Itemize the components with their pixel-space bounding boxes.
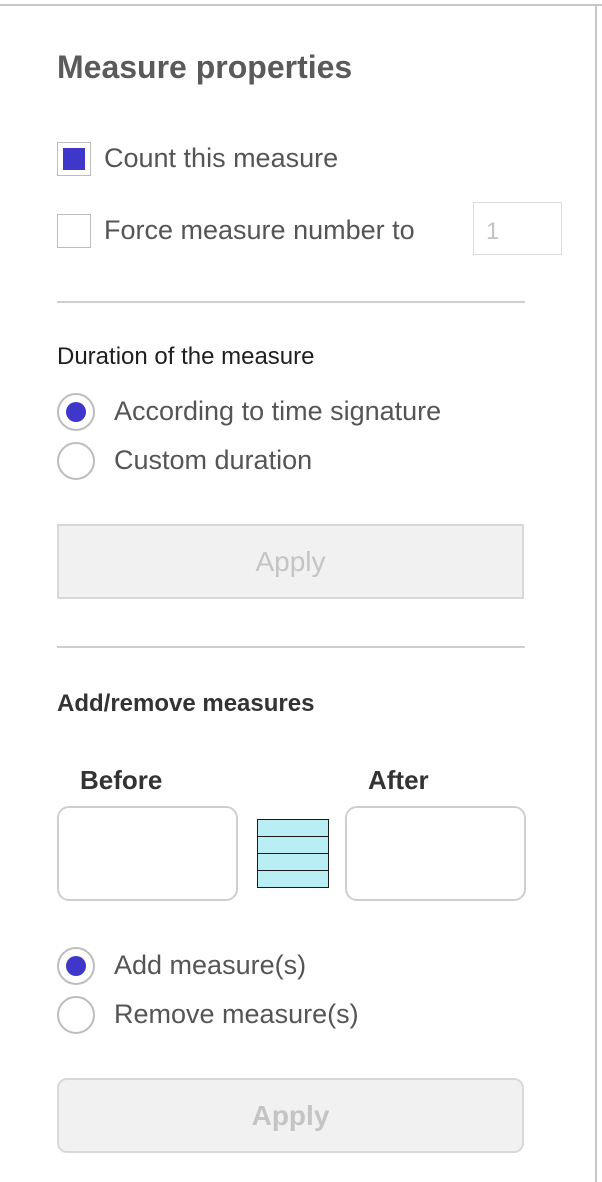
divider	[57, 301, 525, 303]
count-measure-checkbox[interactable]	[57, 142, 91, 176]
force-number-checkbox[interactable]	[57, 214, 91, 248]
force-number-input[interactable]	[473, 202, 562, 255]
before-label: Before	[80, 765, 163, 795]
add-remove-heading: Add/remove measures	[57, 690, 315, 717]
force-number-label: Force measure number to	[104, 215, 415, 245]
after-label: After	[368, 765, 429, 795]
count-measure-label: Count this measure	[104, 143, 339, 173]
option-remove-measures-label: Remove measure(s)	[114, 999, 359, 1029]
radio-selected-dot	[66, 402, 86, 422]
after-count-input[interactable]	[345, 806, 526, 901]
radio-remove-measures[interactable]	[57, 996, 95, 1034]
option-time-signature-label: According to time signature	[114, 396, 442, 426]
panel-right-border	[595, 4, 597, 1182]
radio-add-measures[interactable]	[57, 947, 95, 985]
panel-top-border	[0, 4, 602, 6]
duration-heading: Duration of the measure	[57, 343, 315, 370]
duration-apply-button[interactable]: Apply	[57, 524, 524, 599]
radio-selected-dot	[66, 956, 86, 976]
checkbox-checked-mark	[63, 148, 85, 170]
panel-title: Measure properties	[57, 49, 353, 85]
radio-custom-duration[interactable]	[57, 442, 95, 480]
before-count-input[interactable]	[57, 806, 238, 901]
option-add-measures-label: Add measure(s)	[114, 950, 307, 980]
radio-time-signature[interactable]	[57, 393, 95, 431]
measure-staff-icon	[257, 819, 329, 888]
add-remove-apply-button[interactable]: Apply	[57, 1078, 524, 1153]
divider	[57, 646, 525, 648]
option-custom-duration-label: Custom duration	[114, 445, 313, 475]
